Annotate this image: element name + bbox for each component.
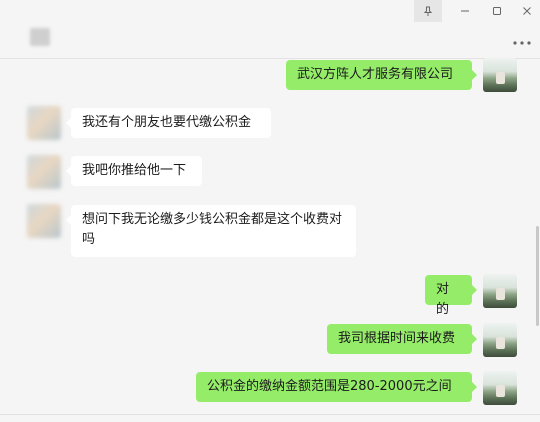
more-icon[interactable] xyxy=(512,34,532,50)
outgoing-message-bubble[interactable]: 我司根据时间来收费 xyxy=(327,324,477,354)
outgoing-message-bubble[interactable]: 对的 xyxy=(425,275,477,317)
close-icon[interactable] xyxy=(510,0,540,22)
message-text: 想问下我无论缴多少钱公积金都是这个收费对吗 xyxy=(82,212,343,247)
message-text: 我还有个朋友也要代缴公积金 xyxy=(82,115,252,130)
message-text: 武汉方阵人才服务有限公司 xyxy=(297,67,454,82)
incoming-message-bubble[interactable]: 我还有个朋友也要代缴公积金 xyxy=(66,108,271,138)
chat-contact-avatar xyxy=(30,28,50,46)
message-text: 公积金的缴纳金额范围是280-2000元之间 xyxy=(207,379,452,394)
message-text: 对的 xyxy=(436,282,450,317)
message-text: 我吧你推给他一下 xyxy=(82,163,187,178)
contact-avatar[interactable] xyxy=(27,106,61,140)
outgoing-message-bubble[interactable]: 公积金的缴纳金额范围是280-2000元之间 xyxy=(196,372,477,402)
message-text: 我司根据时间来收费 xyxy=(338,331,456,346)
outgoing-message-bubble[interactable]: 武汉方阵人才服务有限公司 xyxy=(286,60,477,90)
pin-icon[interactable] xyxy=(414,0,442,22)
contact-avatar[interactable] xyxy=(27,204,61,238)
incoming-message-bubble[interactable]: 我吧你推给他一下 xyxy=(66,156,202,186)
my-avatar[interactable] xyxy=(483,323,517,357)
minimize-icon[interactable] xyxy=(448,0,482,22)
incoming-message-bubble[interactable]: 想问下我无论缴多少钱公积金都是这个收费对吗 xyxy=(66,205,356,257)
my-avatar[interactable] xyxy=(483,58,517,92)
chat-scrollbar[interactable] xyxy=(536,226,539,326)
maximize-icon[interactable] xyxy=(480,0,514,22)
title-bar xyxy=(0,0,540,59)
contact-avatar[interactable] xyxy=(27,155,61,189)
my-avatar[interactable] xyxy=(483,274,517,308)
my-avatar[interactable] xyxy=(483,371,517,405)
